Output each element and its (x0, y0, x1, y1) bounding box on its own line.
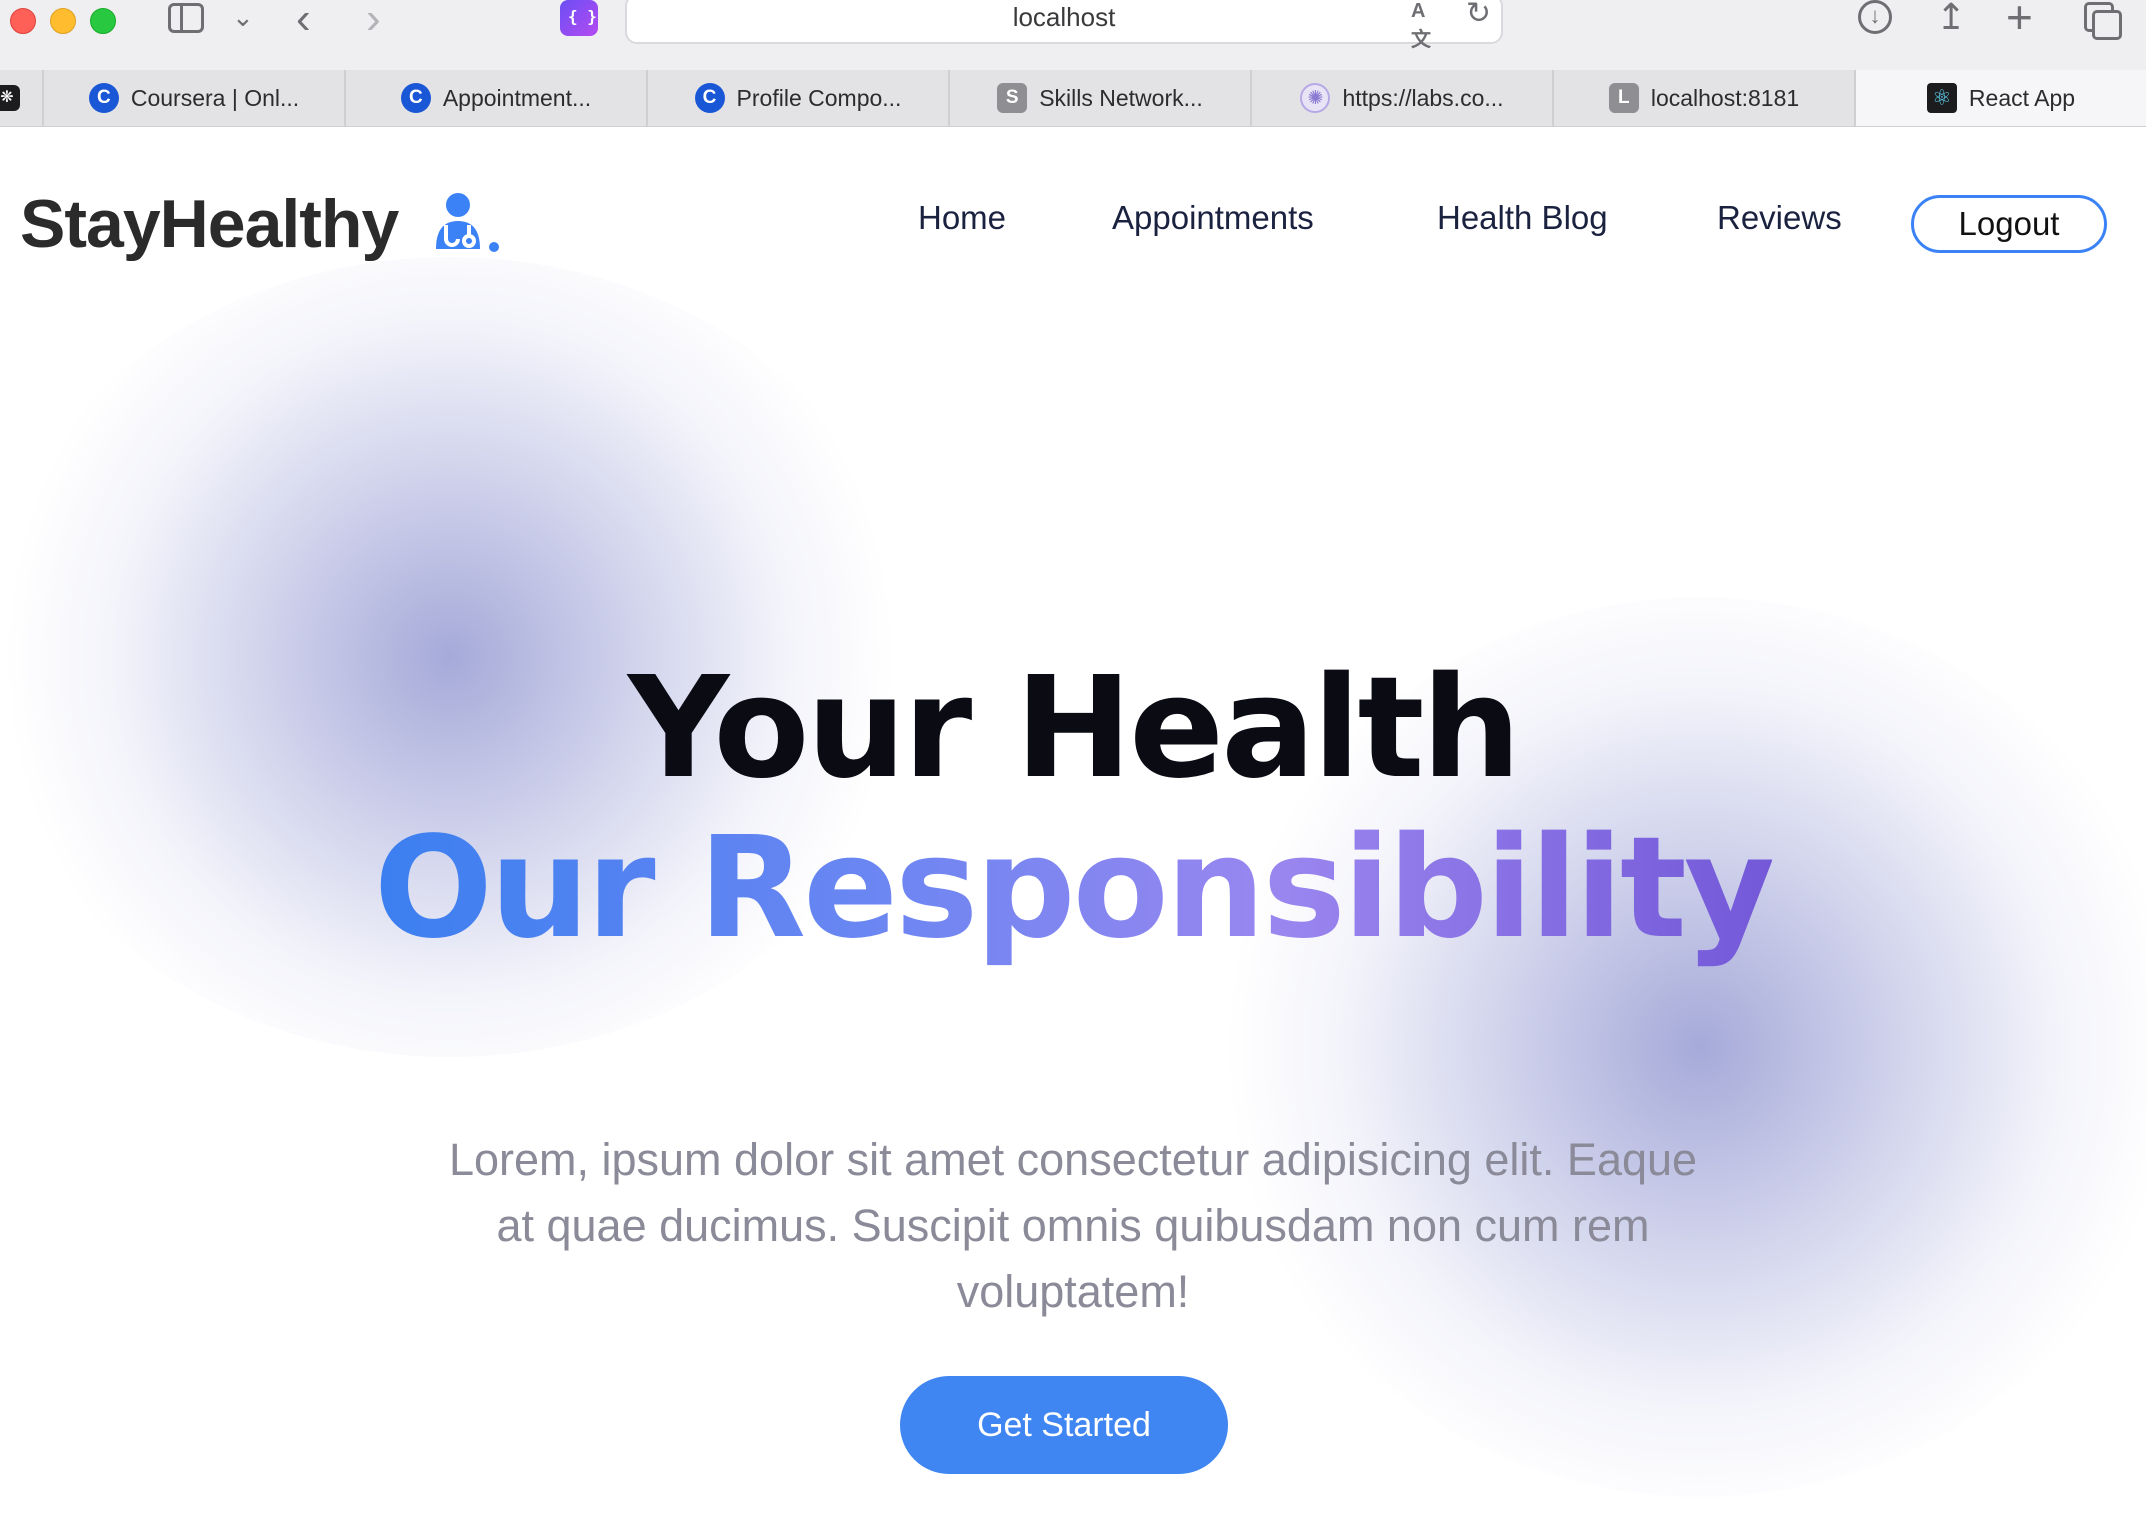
coursera-c-icon: C (694, 83, 725, 113)
tab-title: Skills Network... (1039, 84, 1203, 111)
close-window-button[interactable] (10, 8, 36, 34)
openai-icon: ❋ (0, 85, 20, 111)
page-content: StayHealthy Home Appointments Health Blo… (0, 127, 2146, 1530)
web-globe-icon: ✺ (1300, 83, 1331, 113)
get-started-button[interactable]: Get Started (900, 1376, 1228, 1474)
doctor-icon (436, 193, 499, 252)
tab-coursera[interactable]: C Coursera | Onl... (44, 70, 346, 126)
nav-link-appointments[interactable]: Appointments (1112, 199, 1314, 237)
hero-title-line1: Your Health (627, 647, 1521, 810)
browser-toolbar: ⌄ ‹ › localhost A文 ↻ ↓ ↥ + (0, 0, 2146, 71)
site-logo-text[interactable]: StayHealthy (20, 185, 399, 263)
hero-title-line2: Our Responsibility (0, 807, 2146, 970)
logout-button[interactable]: Logout (1911, 195, 2107, 253)
address-bar[interactable]: localhost A文 ↻ (625, 0, 1503, 51)
sidebar-toggle-icon[interactable] (168, 3, 204, 33)
tab-react-app[interactable]: ⚛ React App (1856, 70, 2146, 126)
new-tab-icon[interactable]: + (2006, 0, 2033, 44)
tab-strip: ❋ C Coursera | Onl... C Appointment... C… (0, 70, 2146, 127)
chevron-down-icon[interactable]: ⌄ (232, 2, 254, 33)
hero-title-gradient-text: Our Responsibility (373, 807, 1775, 970)
minimize-window-button[interactable] (50, 8, 76, 34)
share-icon[interactable]: ↥ (1936, 0, 1966, 38)
tab-labs[interactable]: ✺ https://labs.co... (1252, 70, 1554, 126)
download-icon[interactable]: ↓ (1858, 0, 1892, 34)
coursera-c-icon: C (400, 83, 431, 113)
nav-link-home[interactable]: Home (918, 199, 1006, 237)
site-navbar: StayHealthy Home Appointments Health Blo… (0, 127, 2146, 327)
tab-title: Profile Compo... (736, 84, 902, 111)
hero-description: Lorem, ipsum dolor sit amet consectetur … (448, 1134, 1698, 1317)
tab-title: https://labs.co... (1342, 84, 1504, 111)
s-letter-icon: S (997, 83, 1028, 113)
tab-title: Coursera | Onl... (130, 84, 300, 111)
nav-link-health-blog[interactable]: Health Blog (1437, 199, 1608, 237)
l-letter-icon: L (1608, 83, 1639, 113)
forward-arrow-icon[interactable]: › (366, 0, 381, 44)
coursera-c-icon: C (88, 83, 119, 113)
back-arrow-icon[interactable]: ‹ (296, 0, 311, 44)
tab-skills-network[interactable]: S Skills Network... (950, 70, 1252, 126)
react-icon: ⚛ (1926, 83, 1957, 113)
nav-link-reviews[interactable]: Reviews (1717, 199, 1842, 237)
tab-title: localhost:8181 (1650, 84, 1800, 111)
pinned-tab[interactable]: ❋ (0, 70, 44, 126)
zoom-window-button[interactable] (90, 8, 116, 34)
translate-icon[interactable]: A文 (1411, 0, 1445, 51)
tab-overview-icon[interactable] (2084, 2, 2122, 40)
url-text: localhost (1012, 2, 1116, 32)
tab-title: Appointment... (442, 84, 592, 111)
reload-icon[interactable]: ↻ (1466, 0, 1491, 31)
tab-appointment[interactable]: C Appointment... (346, 70, 648, 126)
extension-icon[interactable] (560, 0, 598, 36)
tab-profile-component[interactable]: C Profile Compo... (648, 70, 950, 126)
tab-localhost-8181[interactable]: L localhost:8181 (1554, 70, 1856, 126)
tab-title: React App (1968, 84, 2076, 111)
